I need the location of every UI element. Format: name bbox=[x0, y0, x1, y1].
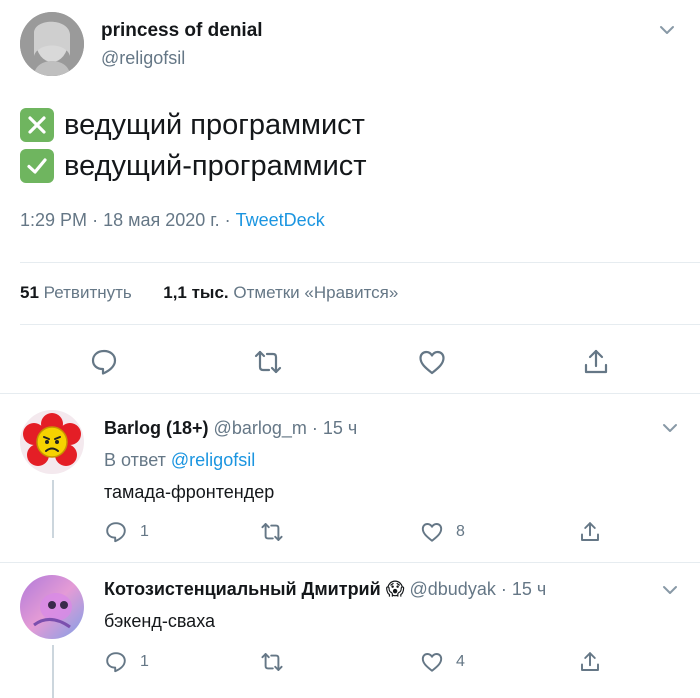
reply-author-name[interactable]: Котозистенциальный Дмитрий bbox=[104, 579, 381, 599]
meta-separator: · bbox=[92, 210, 104, 230]
meta-separator: · bbox=[311, 418, 318, 438]
tweet-source[interactable]: TweetDeck bbox=[236, 210, 325, 230]
share-icon[interactable] bbox=[578, 520, 602, 544]
reply-time[interactable]: 15 ч bbox=[323, 418, 357, 438]
retweets-count: 51 bbox=[20, 283, 39, 302]
divider bbox=[0, 562, 700, 563]
cross-mark-emoji-icon bbox=[20, 108, 54, 142]
reply-header: Котозистенциальный Дмитрий 😱 @dbudyak · … bbox=[104, 579, 546, 600]
author-name[interactable]: princess of denial bbox=[101, 20, 263, 42]
screaming-face-emoji-icon: 😱 bbox=[385, 579, 405, 599]
retweet-icon[interactable] bbox=[260, 650, 284, 674]
reply-author-handle[interactable]: @dbudyak bbox=[410, 579, 496, 599]
share-icon[interactable] bbox=[581, 347, 611, 377]
likes-count: 1,1 тыс. bbox=[163, 283, 229, 302]
reply-to-handle[interactable]: @religofsil bbox=[171, 450, 255, 470]
tweet-time[interactable]: 1:29 PM bbox=[20, 210, 87, 230]
reply-time[interactable]: 15 ч bbox=[512, 579, 546, 599]
tweet-date[interactable]: 18 мая 2020 г. bbox=[103, 210, 220, 230]
reply-to-prefix: В ответ bbox=[104, 450, 166, 470]
likes-label: Отметки «Нравится» bbox=[233, 283, 399, 302]
thread-line bbox=[52, 480, 54, 538]
meta-separator: · bbox=[224, 210, 236, 230]
meta-separator: · bbox=[500, 579, 507, 599]
tweet-meta: 1:29 PM · 18 мая 2020 г. · TweetDeck bbox=[20, 210, 325, 231]
share-icon[interactable] bbox=[578, 650, 602, 674]
like-button[interactable]: 8 bbox=[420, 520, 465, 544]
reply-author-name[interactable]: Barlog (18+) bbox=[104, 418, 209, 438]
tweet-text-line: ведущий программист bbox=[64, 109, 365, 141]
chevron-down-icon[interactable] bbox=[660, 580, 680, 600]
retweet-icon[interactable] bbox=[260, 520, 284, 544]
check-mark-emoji-icon bbox=[20, 149, 54, 183]
reply-author-handle[interactable]: @barlog_m bbox=[214, 418, 307, 438]
reply-button[interactable]: 1 bbox=[104, 520, 149, 544]
divider bbox=[20, 262, 700, 263]
tweet-line: ведущий программист bbox=[20, 107, 365, 143]
tweet-line: ведущий-программист bbox=[20, 148, 367, 184]
divider bbox=[20, 324, 700, 325]
reply-header: Barlog (18+) @barlog_m · 15 ч bbox=[104, 418, 357, 439]
reply-count: 1 bbox=[140, 653, 149, 670]
author-handle[interactable]: @religofsil bbox=[101, 48, 185, 69]
thread-line bbox=[52, 645, 54, 698]
retweet-icon[interactable] bbox=[253, 347, 283, 377]
reply-button[interactable]: 1 bbox=[104, 650, 149, 674]
like-count: 4 bbox=[456, 653, 465, 670]
author-avatar[interactable] bbox=[20, 12, 84, 76]
like-icon[interactable] bbox=[417, 347, 447, 377]
reply-author-avatar[interactable] bbox=[20, 410, 84, 474]
tweet-stats: 51 Ретвитнуть 1,1 тыс. Отметки «Нравится… bbox=[20, 283, 398, 303]
divider bbox=[0, 393, 700, 394]
reply-author-avatar[interactable] bbox=[20, 575, 84, 639]
retweets-stat[interactable]: 51 Ретвитнуть bbox=[20, 283, 137, 302]
like-count: 8 bbox=[456, 523, 465, 540]
likes-stat[interactable]: 1,1 тыс. Отметки «Нравится» bbox=[163, 283, 398, 302]
like-button[interactable]: 4 bbox=[420, 650, 465, 674]
retweets-label: Ретвитнуть bbox=[43, 283, 132, 302]
reply-to-line: В ответ @religofsil bbox=[104, 450, 255, 471]
chevron-down-icon[interactable] bbox=[657, 20, 677, 40]
reply-count: 1 bbox=[140, 523, 149, 540]
reply-text: тамада-фронтендер bbox=[104, 482, 275, 502]
chevron-down-icon[interactable] bbox=[660, 418, 680, 438]
tweet-text-line: ведущий-программист bbox=[64, 150, 367, 182]
reply-text: бэкенд-сваха bbox=[104, 611, 215, 631]
reply-icon[interactable] bbox=[89, 347, 119, 377]
